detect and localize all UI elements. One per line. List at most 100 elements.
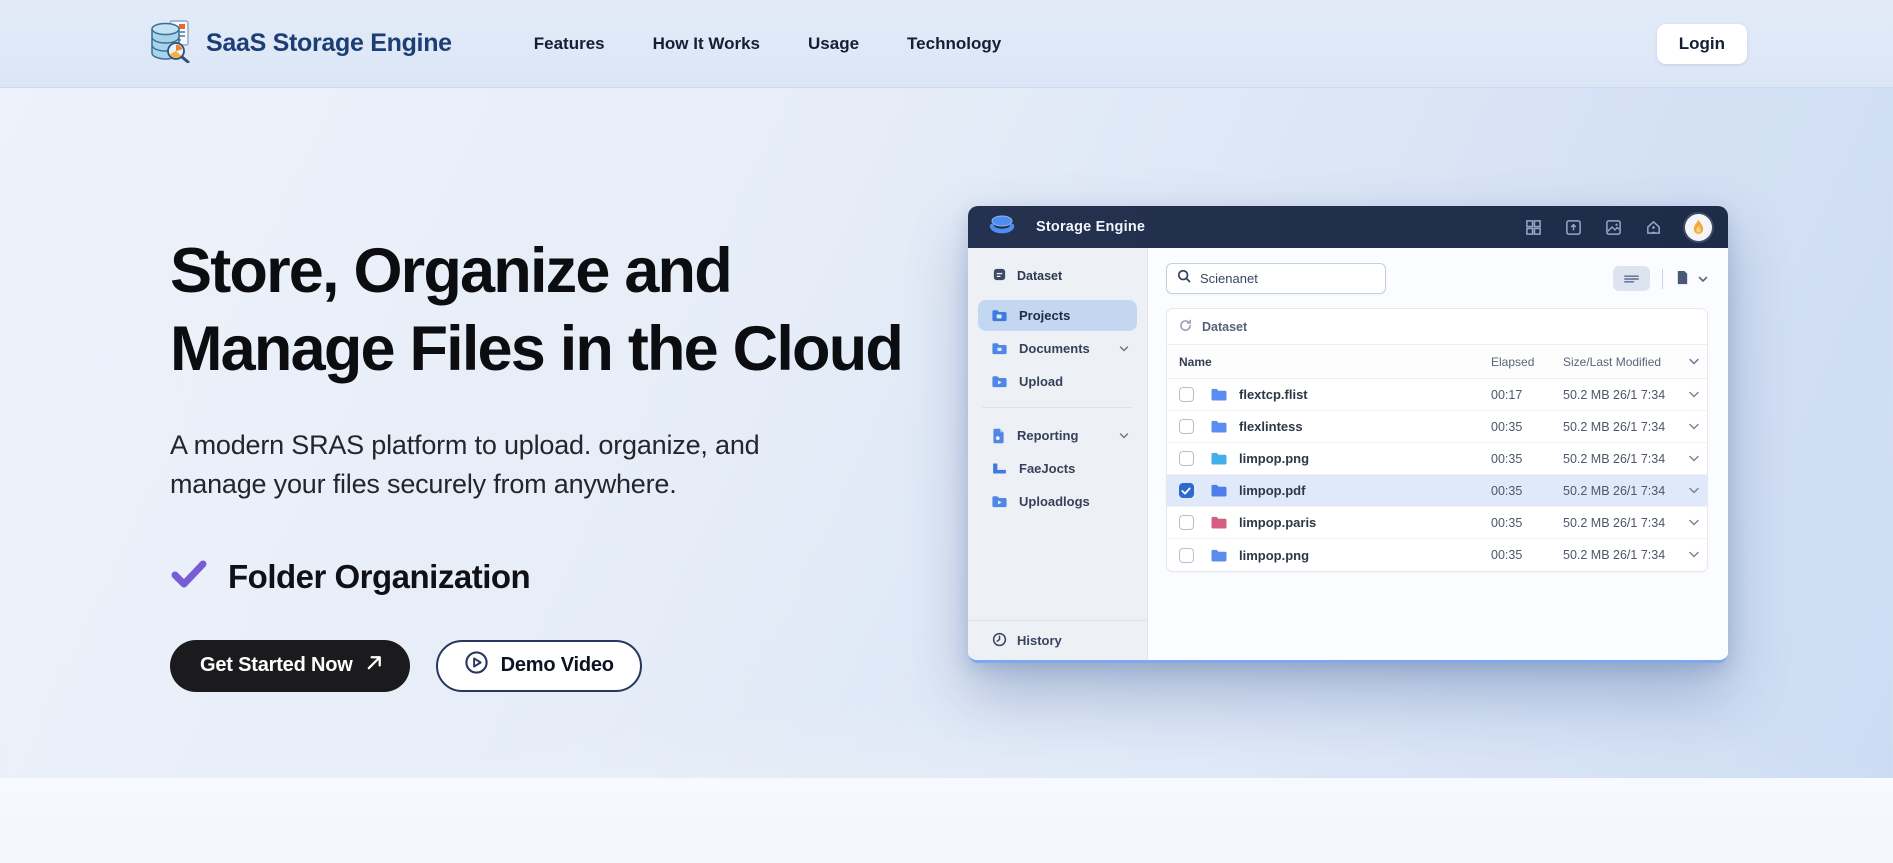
file-size: 50.2 MB 26/1 7:34	[1563, 451, 1666, 466]
table-row[interactable]: flextcp.flist 00:17 50.2 MB 26/1 7:34	[1167, 379, 1707, 411]
app-header-icons	[1525, 213, 1712, 241]
chevron-down-icon[interactable]	[1681, 487, 1707, 495]
toolbar-divider	[1662, 268, 1663, 289]
chevron-down-icon[interactable]	[1681, 455, 1707, 463]
table-row[interactable]: limpop.pdf 00:35 50.2 MB 26/1 7:34	[1167, 475, 1707, 507]
brand-logo-icon	[148, 19, 194, 68]
photo-icon[interactable]	[1605, 219, 1622, 236]
row-checkbox[interactable]	[1178, 387, 1194, 402]
row-checkbox[interactable]	[1178, 451, 1194, 466]
chevron-down-icon	[1119, 428, 1129, 443]
sidebar-item-documents[interactable]: Documents	[978, 333, 1137, 364]
breadcrumb: Dataset	[1167, 309, 1707, 345]
sidebar-item-faejocts[interactable]: FaeJocts	[978, 453, 1137, 484]
folder-icon	[991, 494, 1008, 509]
folder-icon	[1205, 483, 1233, 498]
chevron-down-icon[interactable]	[1681, 551, 1707, 559]
corner-shape-icon	[991, 461, 1008, 476]
app-main: Dataset Name Elapsed Size/Last Modified …	[1148, 248, 1728, 660]
table-header: Name Elapsed Size/Last Modified	[1167, 345, 1707, 379]
app-title: Storage Engine	[1036, 219, 1146, 235]
app-logo-icon	[988, 213, 1016, 242]
chevron-down-icon[interactable]	[1681, 423, 1707, 431]
table-row[interactable]: limpop.png 00:35 50.2 MB 26/1 7:34	[1167, 443, 1707, 475]
chevron-down-icon[interactable]	[1681, 358, 1707, 366]
file-size: 50.2 MB 26/1 7:34	[1563, 419, 1666, 434]
breadcrumb-label: Dataset	[1202, 319, 1248, 334]
folder-icon	[1205, 387, 1233, 402]
sidebar-section-dataset[interactable]: Dataset	[968, 262, 1147, 290]
folder-icon	[991, 308, 1008, 323]
row-checkbox[interactable]	[1178, 419, 1194, 434]
bookmark-icon	[1675, 269, 1690, 289]
chevron-down-icon[interactable]	[1681, 519, 1707, 527]
app-toolbar	[1166, 263, 1708, 294]
file-elapsed: 00:35	[1491, 483, 1523, 498]
file-name: limpop.paris	[1239, 515, 1317, 530]
nav-link-technology[interactable]: Technology	[907, 34, 1001, 54]
chevron-down-icon	[1698, 271, 1708, 286]
table-row[interactable]: flexlintess 00:35 50.2 MB 26/1 7:34	[1167, 411, 1707, 443]
next-section-band	[0, 778, 1893, 863]
refresh-icon[interactable]	[1179, 319, 1192, 335]
sidebar-item-upload[interactable]: Upload	[978, 366, 1137, 397]
avatar-flame[interactable]	[1685, 213, 1712, 241]
app-body: Dataset Projects Documents Upload Report…	[968, 248, 1728, 660]
folder-icon	[1205, 515, 1233, 530]
row-checkbox[interactable]	[1178, 483, 1194, 498]
clock-icon	[992, 632, 1007, 650]
search-box[interactable]	[1166, 263, 1386, 294]
app-sidebar: Dataset Projects Documents Upload Report…	[968, 248, 1148, 660]
table-row[interactable]: limpop.png 00:35 50.2 MB 26/1 7:34	[1167, 539, 1707, 571]
list-view-button[interactable]	[1613, 266, 1650, 291]
nav-link-usage[interactable]: Usage	[808, 34, 859, 54]
toolbar-right	[1613, 266, 1708, 291]
home-icon[interactable]	[1645, 219, 1662, 236]
file-elapsed: 00:35	[1491, 515, 1523, 530]
bookmark-dropdown-button[interactable]	[1675, 269, 1708, 289]
folder-icon	[1205, 451, 1233, 466]
file-name: limpop.pdf	[1239, 483, 1306, 498]
file-name: flextcp.flist	[1239, 387, 1308, 402]
sidebar-divider	[982, 407, 1133, 408]
hero-subtitle: A modern SRAS platform to upload. organi…	[170, 430, 760, 500]
file-name: flexlintess	[1239, 419, 1303, 434]
demo-video-button[interactable]: Demo Video	[435, 639, 642, 692]
row-checkbox[interactable]	[1178, 515, 1194, 530]
app-window: Storage Engine Dataset Projects Document…	[968, 206, 1728, 663]
file-size: 50.2 MB 26/1 7:34	[1563, 515, 1666, 530]
arrow-up-right-icon	[365, 653, 384, 678]
get-started-button[interactable]: Get Started Now	[170, 639, 410, 692]
column-name[interactable]: Name	[1167, 355, 1491, 369]
app-header: Storage Engine	[968, 206, 1728, 248]
file-size: 50.2 MB 26/1 7:34	[1563, 387, 1666, 402]
chevron-down-icon	[1119, 341, 1129, 356]
search-input[interactable]	[1200, 271, 1375, 286]
folder-icon	[1205, 548, 1233, 563]
sidebar-item-reporting[interactable]: Reporting	[978, 420, 1137, 451]
brand[interactable]: SaaS Storage Engine	[148, 19, 452, 68]
file-elapsed: 00:17	[1491, 387, 1523, 402]
feature-label: Folder Organization	[228, 557, 531, 595]
nav-link-how-it-works[interactable]: How It Works	[653, 34, 760, 54]
page-title: Store, Organize and Manage Files in the …	[170, 236, 904, 385]
file-elapsed: 00:35	[1491, 548, 1523, 562]
file-elapsed: 00:35	[1491, 419, 1523, 434]
column-elapsed[interactable]: Elapsed	[1491, 355, 1563, 369]
nav-link-features[interactable]: Features	[534, 34, 605, 54]
sidebar-item-uploadlogs[interactable]: Uploadlogs	[978, 486, 1137, 517]
top-navigation: SaaS Storage Engine Features How It Work…	[0, 0, 1893, 88]
file-name: limpop.png	[1239, 451, 1310, 466]
sidebar-item-history[interactable]: History	[968, 620, 1147, 660]
column-size[interactable]: Size/Last Modified	[1563, 355, 1681, 369]
play-circle-icon	[464, 650, 489, 681]
chevron-down-icon[interactable]	[1681, 391, 1707, 399]
sidebar-item-projects[interactable]: Projects	[978, 300, 1137, 331]
row-checkbox[interactable]	[1178, 547, 1194, 563]
table-row[interactable]: limpop.paris 00:35 50.2 MB 26/1 7:34	[1167, 507, 1707, 539]
image-upload-icon[interactable]	[1565, 219, 1582, 236]
file-size: 50.2 MB 26/1 7:34	[1563, 548, 1666, 562]
table-body: flextcp.flist 00:17 50.2 MB 26/1 7:34 fl…	[1167, 379, 1707, 571]
grid-icon[interactable]	[1525, 219, 1542, 236]
login-button[interactable]: Login	[1656, 23, 1747, 64]
